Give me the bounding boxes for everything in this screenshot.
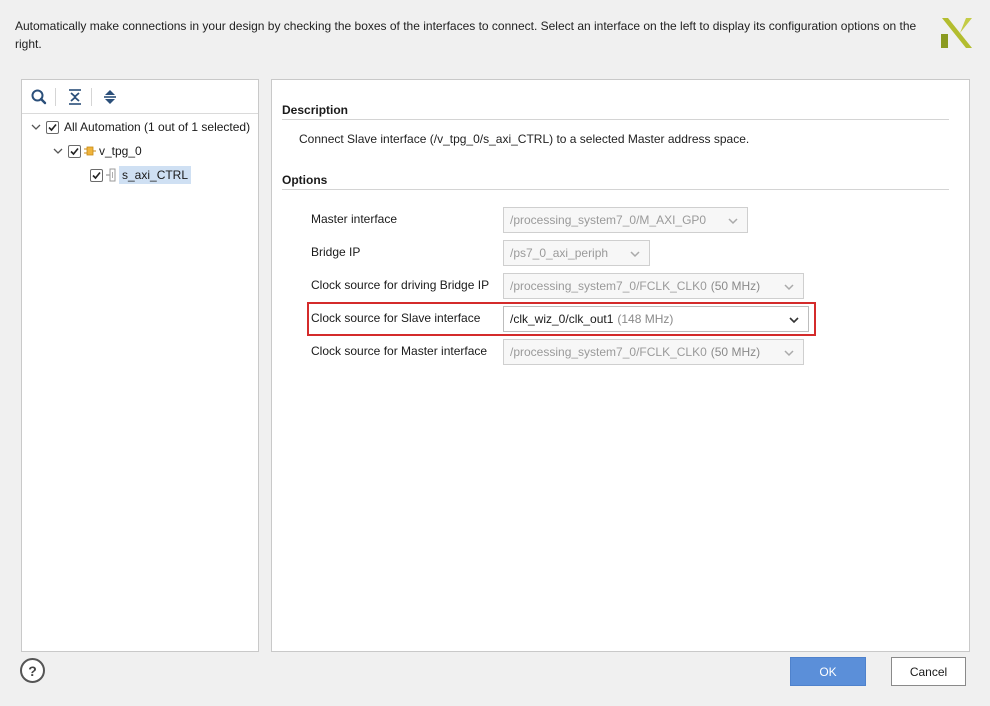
- expand-all-icon[interactable]: [101, 88, 119, 106]
- tree-toolbar: [22, 80, 258, 114]
- configuration-panel: Description Connect Slave interface (/v_…: [271, 79, 970, 652]
- tree-item-label: s_axi_CTRL: [119, 166, 192, 184]
- interface-port-icon: [106, 168, 116, 182]
- chevron-down-icon[interactable]: [30, 121, 42, 133]
- search-icon[interactable]: [30, 88, 48, 106]
- bridge-ip-label: Bridge IP: [311, 245, 361, 259]
- select-frequency: (50 MHz): [710, 279, 761, 293]
- tree-item-all-automation[interactable]: All Automation (1 out of 1 selected): [30, 117, 250, 137]
- cancel-button[interactable]: Cancel: [891, 657, 966, 686]
- select-frequency: (50 MHz): [710, 345, 761, 359]
- chevron-down-icon: [728, 218, 738, 225]
- collapse-all-icon[interactable]: [66, 88, 84, 106]
- instruction-text: Automatically make connections in your d…: [15, 19, 917, 51]
- chevron-down-icon: [784, 284, 794, 291]
- ip-block-icon: [84, 146, 96, 156]
- slave-clock-label: Clock source for Slave interface: [311, 311, 481, 325]
- select-value: /ps7_0_axi_periph: [510, 246, 609, 260]
- all-automation-checkbox[interactable]: [46, 120, 59, 134]
- help-button[interactable]: ?: [20, 658, 45, 683]
- chevron-down-icon: [789, 317, 799, 324]
- v-tpg-0-checkbox[interactable]: [68, 144, 81, 158]
- select-value: /processing_system7_0/FCLK_CLK0: [510, 345, 707, 359]
- s-axi-ctrl-checkbox[interactable]: [90, 168, 103, 182]
- toolbar-separator: [55, 88, 56, 106]
- options-divider: [282, 189, 949, 190]
- interface-tree-panel: All Automation (1 out of 1 selected) v_t…: [21, 79, 259, 652]
- master-clock-label: Clock source for Master interface: [311, 344, 488, 358]
- description-divider: [282, 119, 949, 120]
- slave-clock-select[interactable]: /clk_wiz_0/clk_out1 (148 MHz): [503, 306, 809, 332]
- chevron-down-icon: [784, 350, 794, 357]
- xilinx-logo-icon: [941, 18, 972, 48]
- description-heading: Description: [282, 103, 349, 117]
- select-value: /processing_system7_0/M_AXI_GP0: [510, 213, 707, 227]
- chevron-down-icon: [630, 251, 640, 258]
- select-value: /clk_wiz_0/clk_out1: [510, 312, 614, 326]
- tree-item-s-axi-ctrl[interactable]: s_axi_CTRL: [90, 165, 192, 185]
- master-interface-select[interactable]: /processing_system7_0/M_AXI_GP0: [503, 207, 748, 233]
- select-frequency: (148 MHz): [617, 312, 674, 326]
- bridge-ip-select[interactable]: /ps7_0_axi_periph: [503, 240, 650, 266]
- description-text: Connect Slave interface (/v_tpg_0/s_axi_…: [299, 132, 750, 146]
- tree-item-label: All Automation (1 out of 1 selected): [64, 120, 251, 134]
- ok-button[interactable]: OK: [790, 657, 866, 686]
- tree-item-label: v_tpg_0: [99, 144, 142, 158]
- bridge-clock-select[interactable]: /processing_system7_0/FCLK_CLK0 (50 MHz): [503, 273, 804, 299]
- bridge-clock-label: Clock source for driving Bridge IP: [311, 278, 490, 292]
- master-interface-label: Master interface: [311, 212, 398, 226]
- master-clock-select[interactable]: /processing_system7_0/FCLK_CLK0 (50 MHz): [503, 339, 804, 365]
- tree-item-v-tpg-0[interactable]: v_tpg_0: [52, 141, 142, 161]
- options-heading: Options: [282, 173, 328, 187]
- select-value: /processing_system7_0/FCLK_CLK0: [510, 279, 707, 293]
- toolbar-separator: [91, 88, 92, 106]
- chevron-down-icon[interactable]: [52, 145, 64, 157]
